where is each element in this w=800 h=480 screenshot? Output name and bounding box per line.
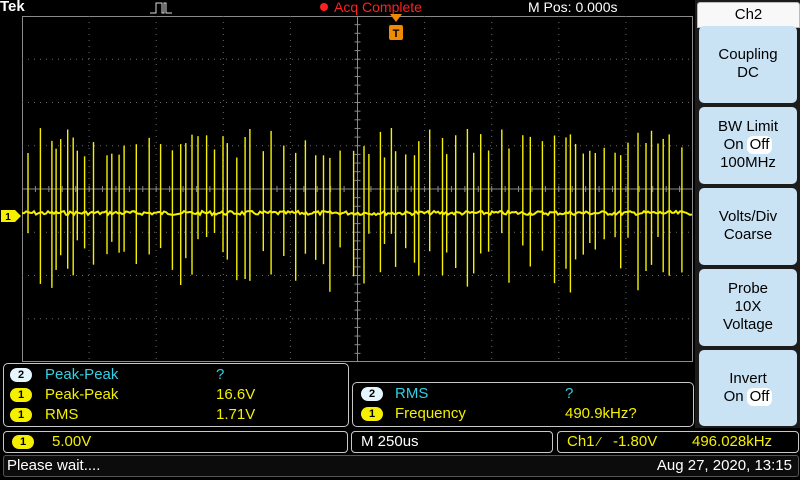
ch1-badge: 1 [361, 407, 383, 421]
measurement-value: ? [565, 385, 574, 402]
coupling-label: Coupling [718, 46, 778, 63]
ch1-scale-readout[interactable]: 1 5.00V [3, 431, 348, 453]
measurement-value: ? [216, 366, 225, 383]
invert-off-option: Off [746, 388, 773, 406]
invert-on-option: On [723, 388, 744, 405]
volts-div-value: Coarse [723, 226, 773, 243]
measurement-label: RMS [45, 406, 79, 423]
graticule-grid [22, 16, 693, 362]
date-time: Aug 27, 2020, 13:15 [656, 457, 792, 474]
measurement-row: 1 Peak-Peak 16.6V [4, 385, 348, 405]
trigger-marker-label: T [393, 28, 400, 40]
measurement-label: Peak-Peak [45, 386, 119, 403]
timebase-value: M 250us [361, 433, 419, 450]
measurement-label: Frequency [395, 405, 466, 422]
volts-div-button[interactable]: Volts/Div Coarse [699, 188, 797, 265]
coupling-button[interactable]: Coupling DC [699, 26, 797, 103]
status-message: Please wait.... [7, 457, 101, 474]
bw-limit-value: 100MHz [720, 154, 776, 171]
measurement-value: 1.71V [216, 406, 256, 423]
horizontal-position: M Pos: 0.000s [528, 0, 618, 15]
probe-type: Voltage [722, 316, 774, 333]
bw-limit-button[interactable]: BW Limit On Off 100MHz [699, 107, 797, 184]
message-bar: Please wait.... Aug 27, 2020, 13:15 [3, 455, 799, 477]
acquisition-indicator-icon [320, 3, 328, 11]
invert-toggle: On Off [699, 388, 797, 406]
bw-limit-toggle: On Off [699, 136, 797, 154]
trigger-readout[interactable]: Ch1 ⁄ -1.80V 496.028kHz [557, 431, 799, 453]
measurement-row: 1 Frequency 490.9kHz? [353, 404, 693, 424]
coupling-value: DC [737, 64, 759, 81]
trigger-level: -1.80V [613, 433, 658, 450]
measurement-panel-right: 2 RMS ? 1 Frequency 490.9kHz? [352, 382, 694, 427]
bw-off-option: Off [746, 136, 773, 154]
probe-attenuation: 10X [734, 298, 762, 315]
acquisition-status: Acq Complete [334, 0, 422, 15]
trigger-type-icon [150, 2, 172, 14]
bw-on-option: On [723, 136, 744, 153]
ch1-badge: 1 [12, 435, 34, 449]
bw-limit-label: BW Limit [718, 118, 778, 135]
ch1-marker-label: 1 [5, 212, 11, 223]
measurement-label: Peak-Peak [45, 366, 119, 383]
ch1-badge: 1 [10, 388, 32, 402]
trigger-slope-icon: ⁄ [598, 434, 601, 449]
ch2-badge: 2 [10, 368, 32, 382]
measurement-row: 2 Peak-Peak ? [4, 365, 348, 385]
brand-logo: Tek [0, 0, 25, 15]
ch2-badge: 2 [361, 387, 383, 401]
probe-button[interactable]: Probe 10X Voltage [699, 269, 797, 346]
ch1-ground-marker[interactable]: 1 [0, 209, 22, 223]
waveform-display[interactable] [22, 16, 693, 362]
side-menu-title: Ch2 [697, 2, 800, 28]
volts-div-label: Volts/Div [718, 208, 778, 225]
timebase-readout[interactable]: M 250us [351, 431, 553, 453]
trigger-position-marker[interactable]: T [389, 14, 403, 42]
trigger-frequency: 496.028kHz [692, 433, 773, 450]
probe-label: Probe [727, 280, 769, 297]
measurement-value: 16.6V [216, 386, 256, 403]
measurement-row: 2 RMS ? [353, 384, 693, 404]
measurement-value: 490.9kHz? [565, 405, 637, 422]
trigger-source: Ch1 [567, 433, 595, 450]
measurement-label: RMS [395, 385, 429, 402]
ch1-badge: 1 [10, 408, 32, 422]
ch1-volts-per-div: 5.00V [52, 433, 92, 450]
measurement-panel-left: 2 Peak-Peak ? 1 Peak-Peak 16.6V 1 RMS 1.… [3, 363, 349, 427]
invert-label: Invert [729, 370, 767, 387]
invert-button[interactable]: Invert On Off [699, 350, 797, 426]
measurement-row: 1 RMS 1.71V [4, 405, 348, 425]
